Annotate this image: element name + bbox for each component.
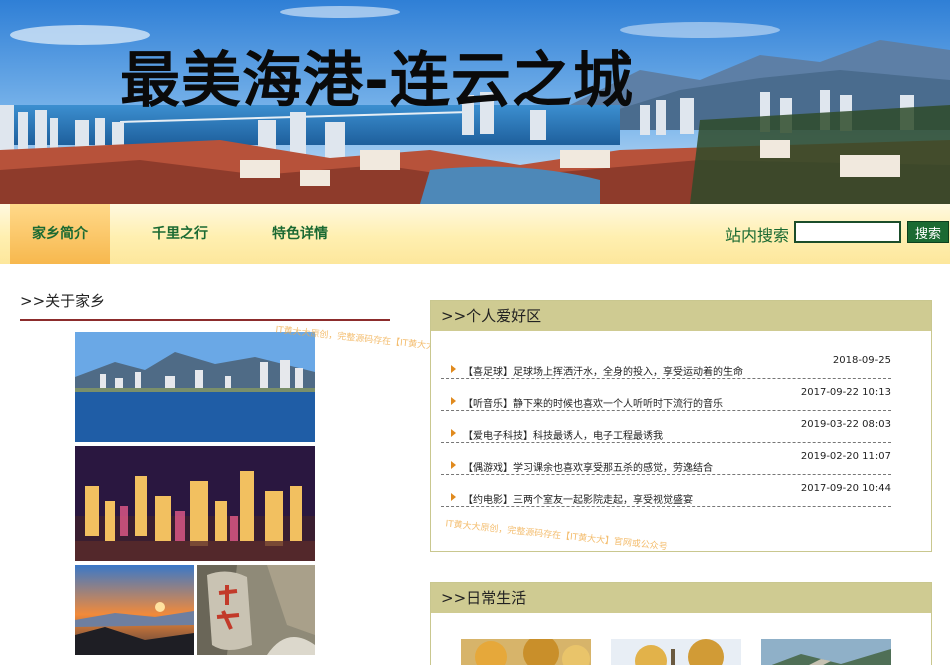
hobby-item-date: 2019-03-22 08:03 — [800, 419, 891, 430]
nav-item-features[interactable]: 特色详情 — [250, 204, 350, 264]
bullet-arrow-icon — [451, 493, 456, 501]
hobby-item-date: 2017-09-20 10:44 — [800, 483, 891, 494]
main-nav: 家乡简介 千里之行 特色详情 站内搜索 搜索 — [0, 204, 950, 264]
search-button[interactable]: 搜索 — [907, 221, 949, 243]
bullet-arrow-icon — [451, 365, 456, 373]
city-night-photo — [75, 446, 315, 561]
carved-rock-photo — [197, 565, 315, 655]
hobby-item-text[interactable]: 【约电影】三两个室友一起影院走起，享受视觉盛宴 — [463, 491, 693, 506]
daily-life-panel: >>日常生活 — [430, 582, 932, 665]
hobby-panel-title: >>个人爱好区 — [431, 301, 931, 331]
hobby-item-text[interactable]: 【听音乐】静下来的时候也喜欢一个人听听时下流行的音乐 — [463, 395, 723, 410]
daily-life-photo[interactable] — [461, 639, 591, 665]
hobby-item-text[interactable]: 【喜足球】足球场上挥洒汗水，全身的投入，享受运动着的生命 — [463, 363, 743, 378]
sunset-viewpoint-photo — [75, 565, 194, 655]
search-label: 站内搜索 — [725, 226, 790, 245]
bullet-arrow-icon — [451, 461, 456, 469]
about-hometown-heading: >>关于家乡 — [20, 292, 106, 310]
hobby-item-date: 2018-09-25 — [832, 355, 891, 366]
daily-life-panel-title: >>日常生活 — [431, 583, 931, 613]
bullet-arrow-icon — [451, 429, 456, 437]
list-item[interactable]: 【偶游戏】学习课余也喜欢享受那五杀的感觉，劳逸结合 2019-02-20 11:… — [441, 443, 891, 475]
list-item[interactable]: 【约电影】三两个室友一起影院走起，享受视觉盛宴 2017-09-20 10:44 — [441, 475, 891, 507]
site-title: 最美海港-连云之城 — [120, 46, 634, 116]
coastline-photo — [75, 332, 315, 442]
list-item[interactable]: 【听音乐】静下来的时候也喜欢一个人听听时下流行的音乐 2017-09-22 10… — [441, 379, 891, 411]
daily-life-photo[interactable] — [611, 639, 741, 665]
hobby-panel: >>个人爱好区 【喜足球】足球场上挥洒汗水，全身的投入，享受运动着的生命 201… — [430, 300, 932, 552]
hobby-item-text[interactable]: 【偶游戏】学习课余也喜欢享受那五杀的感觉，劳逸结合 — [463, 459, 713, 474]
banner: 最美海港-连云之城 — [0, 0, 950, 204]
hobby-list: 【喜足球】足球场上挥洒汗水，全身的投入，享受运动着的生命 2018-09-25 … — [441, 347, 891, 507]
search-input[interactable] — [794, 221, 901, 243]
bullet-arrow-icon — [451, 397, 456, 405]
hobby-item-date: 2019-02-20 11:07 — [800, 451, 891, 462]
list-item[interactable]: 【爱电子科技】科技最诱人，电子工程最诱我 2019-03-22 08:03 — [441, 411, 891, 443]
nav-item-hometown-intro[interactable]: 家乡简介 — [10, 204, 110, 264]
hobby-item-date: 2017-09-22 10:13 — [800, 387, 891, 398]
list-item[interactable]: 【喜足球】足球场上挥洒汗水，全身的投入，享受运动着的生命 2018-09-25 — [441, 347, 891, 379]
hobby-item-text[interactable]: 【爱电子科技】科技最诱人，电子工程最诱我 — [463, 427, 663, 442]
nav-item-journey[interactable]: 千里之行 — [130, 204, 230, 264]
daily-life-photo[interactable] — [761, 639, 891, 665]
section-divider — [20, 319, 390, 321]
